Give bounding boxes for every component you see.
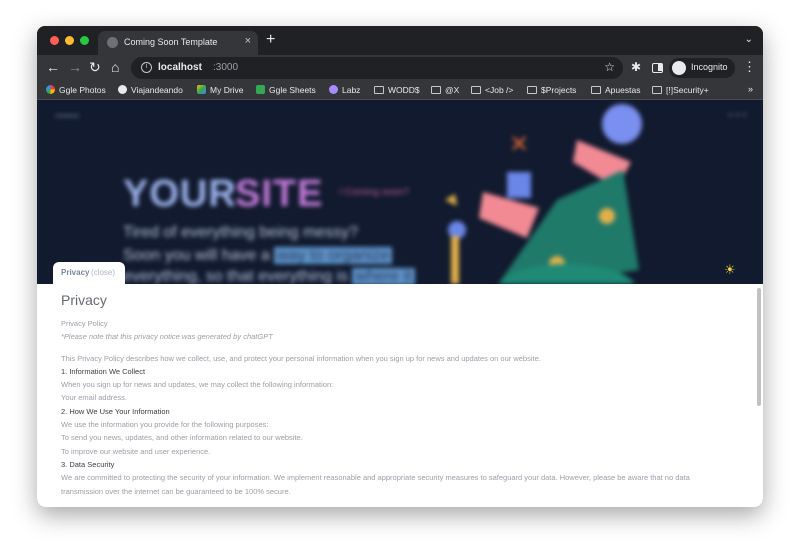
hero-illustration: ✕	[445, 104, 642, 284]
bookmark-wodd[interactable]: WODD$	[374, 85, 420, 98]
bookmarks-bar: Ggle Photos Viajandeando My Drive Ggle S…	[37, 83, 763, 100]
address-bar[interactable]: i localhost :3000 ☆	[131, 57, 623, 79]
privacy-tab-label: Privacy	[61, 268, 90, 277]
folder-icon	[431, 86, 441, 94]
bookmark-my-drive[interactable]: My Drive	[197, 85, 244, 98]
section-2-text-3: To improve our website and user experien…	[61, 446, 211, 456]
section-1-text-1: When you sign up for news and updates, w…	[61, 380, 334, 390]
privacy-close-link[interactable]: (close)	[91, 268, 115, 277]
tab-coming-soon[interactable]: Coming Soon Template ×	[98, 31, 258, 55]
url-host: localhost	[158, 62, 202, 73]
privacy-content: Privacy Privacy Policy *Please note that…	[61, 292, 733, 498]
folder-icon	[527, 86, 537, 94]
section-heading-2: 2. How We Use Your Information	[61, 406, 170, 416]
reload-icon[interactable]: ↻	[89, 59, 101, 76]
side-panel-icon[interactable]	[652, 63, 663, 73]
privacy-tab[interactable]: Privacy (close)	[53, 262, 125, 284]
bookmark-at-x[interactable]: @X	[431, 85, 459, 98]
bookmark-ggle-photos[interactable]: Ggle Photos	[46, 85, 106, 98]
scrollbar-thumb[interactable]	[757, 288, 761, 406]
sun-icon[interactable]: ☀	[724, 262, 736, 278]
puzzle-icon[interactable]: ✱	[631, 60, 641, 74]
drive-icon	[197, 85, 206, 94]
new-tab-button[interactable]: +	[266, 31, 275, 49]
maximize-window-button[interactable]	[80, 36, 89, 45]
minimize-window-button[interactable]	[65, 36, 74, 45]
folder-icon	[471, 86, 481, 94]
url-port: :3000	[213, 62, 239, 73]
incognito-profile-button[interactable]: Incognito	[669, 58, 735, 78]
shape-circle	[602, 104, 642, 144]
chevron-down-icon[interactable]: ⌄	[745, 34, 753, 45]
hero-blurred-background: ▬▬▬ ● ● ● YOUR SITE / Coming soon? Tired…	[37, 100, 763, 284]
shape-yellow-bar	[451, 236, 459, 284]
shape-pink-block	[479, 192, 539, 238]
bookmark-job[interactable]: <Job />	[471, 85, 513, 98]
policy-intro: This Privacy Policy describes how we col…	[61, 353, 541, 363]
policy-title: Privacy Policy	[61, 319, 108, 328]
browser-window: Coming Soon Template × + ⌄ ← → ↻ ⌂ i loc…	[37, 26, 763, 507]
bookmark-labz[interactable]: Labz	[329, 85, 360, 98]
incognito-icon	[672, 61, 686, 75]
section-3-text-1: We are committed to protecting the secur…	[61, 473, 690, 496]
section-heading-1: 1. Information We Collect	[61, 366, 146, 376]
shape-yellow-triangle	[445, 194, 457, 206]
section-2-text-2: To send you news, updates, and other inf…	[61, 433, 303, 443]
browser-toolbar: ← → ↻ ⌂ i localhost :3000 ☆ ✱ Incognito …	[37, 55, 763, 83]
tab-title: Coming Soon Template	[124, 37, 218, 47]
page-title: Privacy	[61, 292, 107, 308]
shape-x: ✕	[509, 131, 529, 158]
back-arrow-icon[interactable]: ←	[46, 59, 60, 75]
section-1-text-2: Your email address.	[61, 393, 128, 403]
forward-arrow-icon[interactable]: →	[68, 59, 82, 75]
wordpress-icon	[118, 85, 127, 94]
shape-blue-square	[507, 172, 531, 198]
privacy-panel: Privacy Privacy Policy *Please note that…	[37, 284, 763, 507]
bookmarks-overflow-button[interactable]: »	[748, 84, 753, 94]
info-icon[interactable]: i	[141, 62, 152, 73]
bookmark-viajandeando[interactable]: Viajandeando	[118, 85, 183, 98]
bookmark-ggle-sheets[interactable]: Ggle Sheets	[256, 85, 316, 98]
section-heading-3: 3. Data Security	[61, 459, 115, 469]
incognito-label: Incognito	[691, 62, 728, 72]
tab-strip: Coming Soon Template × + ⌄	[37, 26, 763, 55]
folder-icon	[374, 86, 384, 94]
section-2-text-1: We use the information you provide for t…	[61, 420, 269, 430]
photos-icon	[46, 85, 55, 94]
home-icon[interactable]: ⌂	[111, 59, 119, 75]
kebab-menu-icon[interactable]: ⋮	[743, 59, 756, 75]
globe-icon	[107, 37, 118, 48]
tab-close-button[interactable]: ×	[245, 35, 251, 47]
bookmark-security-plus[interactable]: [!]Security+	[652, 85, 709, 98]
bookmark-apuestas[interactable]: Apuestas	[591, 85, 640, 98]
close-window-button[interactable]	[50, 36, 59, 45]
shape-yellow-dot	[599, 208, 615, 224]
star-icon[interactable]: ☆	[604, 60, 615, 74]
sheets-icon	[256, 85, 265, 94]
folder-icon	[652, 86, 662, 94]
folder-icon	[591, 86, 601, 94]
policy-note: *Please note that this privacy notice wa…	[61, 332, 273, 342]
labz-icon	[329, 85, 338, 94]
bookmark-projects[interactable]: $Projects	[527, 85, 576, 98]
hero-banner: ▬▬▬ ● ● ● YOUR SITE / Coming soon? Tired…	[37, 100, 763, 284]
